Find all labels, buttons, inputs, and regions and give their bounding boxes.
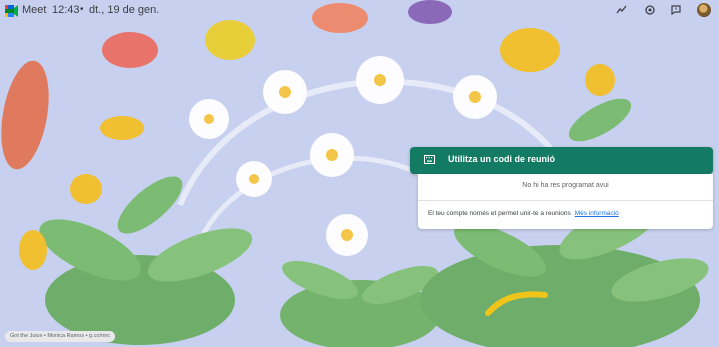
meet-logo-icon bbox=[5, 5, 18, 17]
app-name: Meet bbox=[22, 4, 47, 16]
schedule-panel: No hi ha res programat avui El teu compt… bbox=[418, 174, 713, 229]
feedback-icon[interactable] bbox=[669, 3, 683, 17]
background-credit[interactable]: Got the Juice • Monica Ramos • g.co/mrc bbox=[5, 331, 116, 342]
more-info-link[interactable]: Més informació bbox=[575, 210, 619, 217]
meeting-card: Utilitza un codi de reunió No hi ha res … bbox=[410, 147, 713, 229]
current-date: dt., 19 de gen. bbox=[89, 4, 160, 16]
keyboard-icon bbox=[424, 155, 435, 164]
avatar[interactable] bbox=[697, 3, 711, 17]
current-time: 12:43 bbox=[52, 4, 80, 16]
use-meeting-code-label: Utilitza un codi de reunió bbox=[448, 154, 556, 164]
divider bbox=[418, 200, 713, 201]
separator: • bbox=[80, 4, 84, 15]
activity-icon[interactable] bbox=[615, 3, 629, 17]
empty-schedule-message: No hi ha res programat avui bbox=[522, 182, 609, 189]
settings-icon[interactable] bbox=[643, 3, 657, 17]
use-meeting-code-button[interactable]: Utilitza un codi de reunió bbox=[410, 147, 713, 174]
account-info: El teu compte només et permet unir-te a … bbox=[428, 210, 619, 217]
account-info-text: El teu compte només et permet unir-te a … bbox=[428, 210, 571, 217]
top-bar: Meet 12:43 • dt., 19 de gen. bbox=[0, 0, 719, 22]
